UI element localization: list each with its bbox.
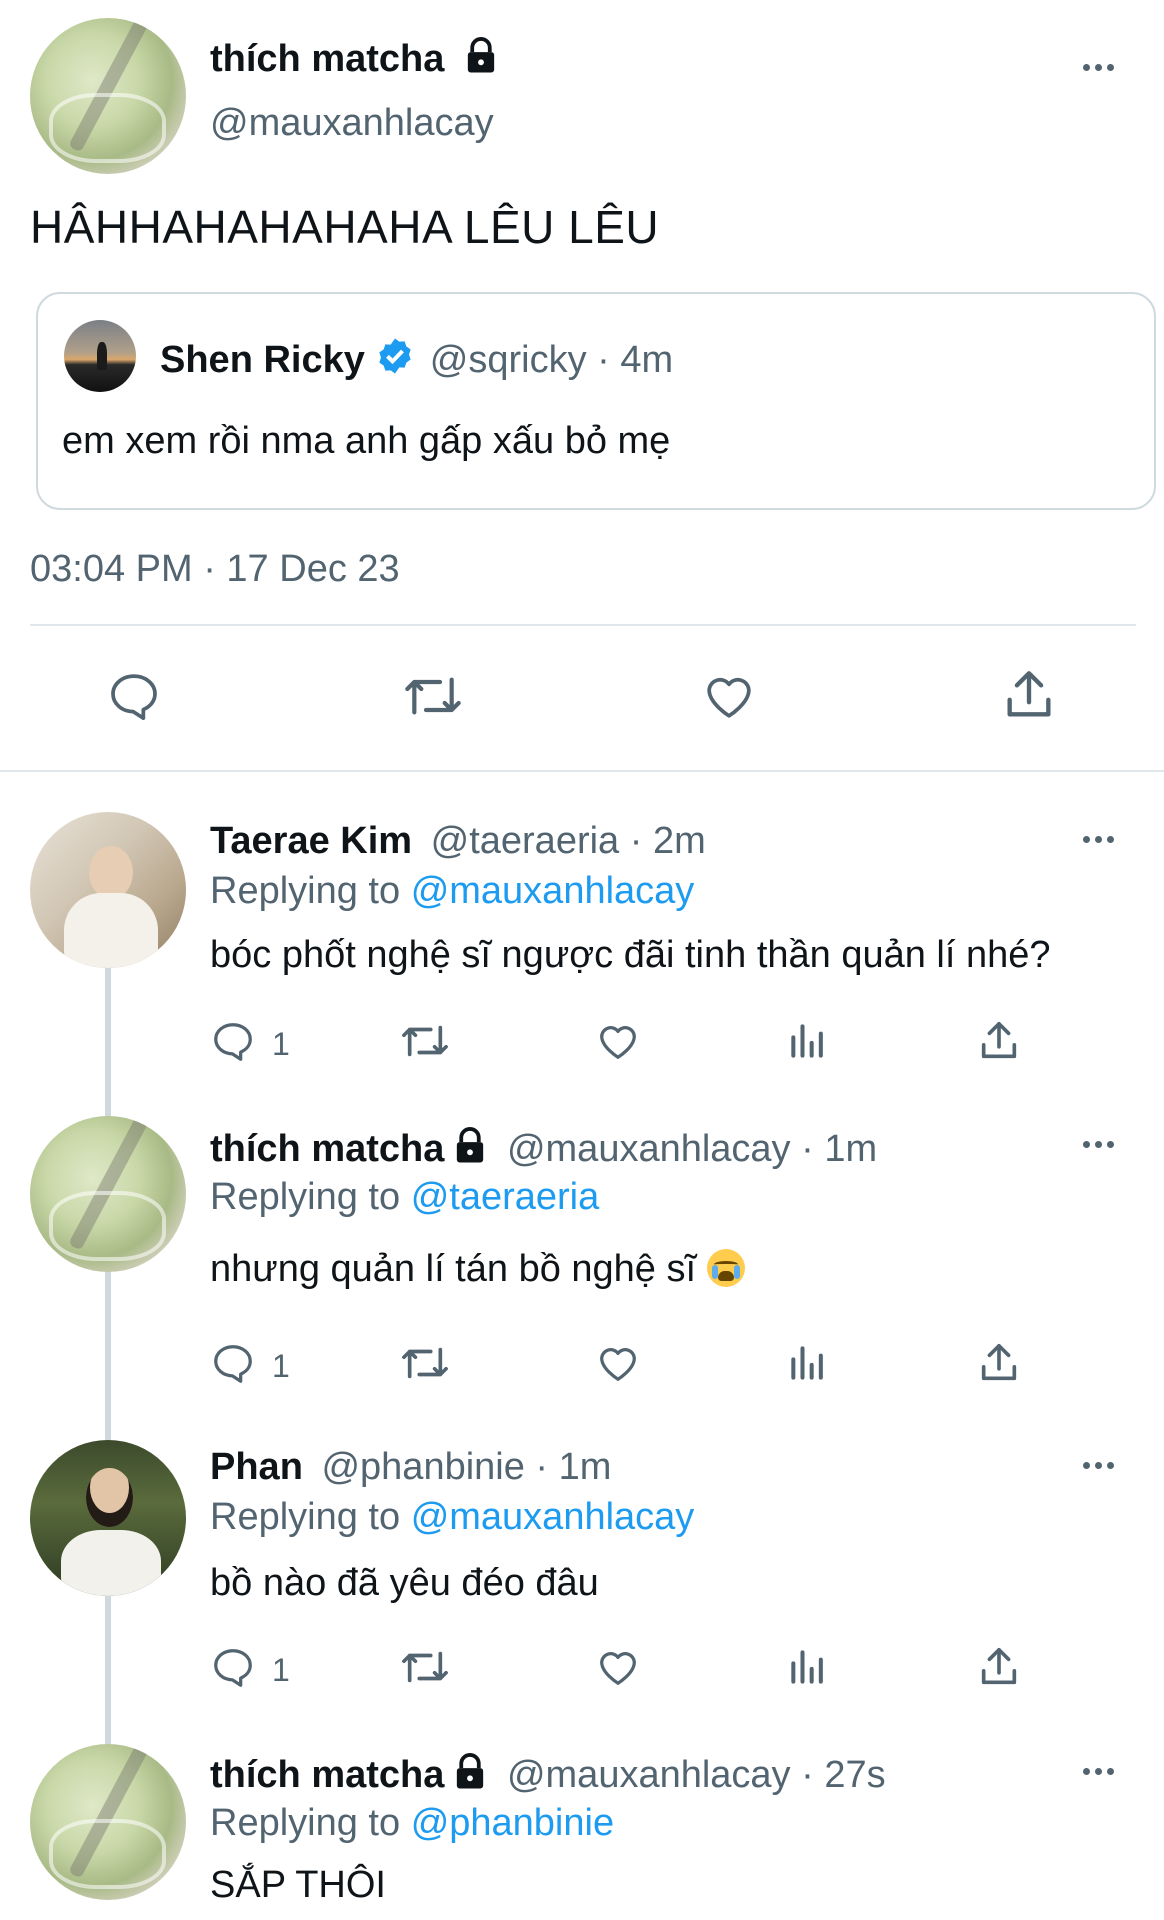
more-options-icon[interactable] (1083, 1141, 1114, 1148)
share-icon[interactable] (976, 1018, 1022, 1064)
replying-to-link[interactable]: @mauxanhlacay (411, 1496, 695, 1538)
replying-to-line: Replying to @mauxanhlacay (210, 1496, 694, 1539)
analytics-icon[interactable] (786, 1644, 830, 1690)
thread-connector (105, 1592, 111, 1744)
reply-handle-time[interactable]: @mauxanhlacay · 1m (507, 1128, 877, 1170)
lock-icon (467, 37, 495, 73)
share-icon[interactable] (976, 1644, 1022, 1690)
more-options-icon[interactable] (1083, 836, 1114, 843)
analytics-icon[interactable] (786, 1340, 830, 1386)
replying-to-line: Replying to @phanbinie (210, 1802, 614, 1845)
heart-icon[interactable] (594, 1018, 642, 1064)
quoted-handle-time: @sqricky · 4m (429, 339, 674, 381)
reply-handle-time[interactable]: @phanbinie · 1m (321, 1446, 611, 1488)
replying-to-link[interactable]: @phanbinie (411, 1802, 614, 1844)
heart-icon[interactable] (594, 1340, 642, 1386)
analytics-icon[interactable] (786, 1018, 830, 1064)
author-name-row[interactable]: thích matcha (210, 36, 499, 81)
reply-icon[interactable] (106, 668, 162, 724)
author-avatar[interactable] (30, 18, 186, 174)
replying-to-link[interactable]: @mauxanhlacay (411, 870, 695, 912)
section-divider (0, 770, 1164, 772)
replying-prefix: Replying to (210, 1496, 401, 1538)
retweet-icon[interactable] (398, 1018, 452, 1064)
share-icon[interactable] (1000, 666, 1058, 724)
share-icon[interactable] (976, 1340, 1022, 1386)
reply-text: bóc phốt nghệ sĩ ngược đãi tinh thần quả… (210, 934, 1051, 976)
avatar[interactable] (30, 812, 186, 968)
quoted-name: Shen Ricky (160, 339, 365, 381)
replying-prefix: Replying to (210, 870, 401, 912)
reply-icon[interactable] (210, 1340, 256, 1386)
reply-handle-time[interactable]: @mauxanhlacay · 27s (507, 1754, 886, 1796)
thread-connector (105, 966, 111, 1118)
reply-count: 1 (272, 1348, 290, 1384)
heart-icon[interactable] (594, 1644, 642, 1690)
reply-text: bồ nào đã yêu đéo đâu (210, 1562, 599, 1604)
author-handle[interactable]: @mauxanhlacay (210, 102, 494, 145)
reply-text: SẮP THÔI (210, 1864, 386, 1906)
reply-icon[interactable] (210, 1018, 256, 1064)
more-options-icon[interactable] (1083, 1462, 1114, 1469)
reply-author-name[interactable]: thích matcha (210, 1754, 444, 1796)
avatar[interactable] (30, 1440, 186, 1596)
avatar[interactable] (30, 1116, 186, 1272)
replying-to-line: Replying to @taeraeria (210, 1176, 599, 1219)
reply-text-row: nhưng quản lí tán bồ nghệ sĩ (210, 1248, 745, 1291)
thread-connector (105, 1270, 111, 1440)
reply-author-name[interactable]: Taerae Kim (210, 820, 412, 862)
replying-prefix: Replying to (210, 1176, 401, 1218)
reply-author-name[interactable]: Phan (210, 1446, 303, 1488)
retweet-icon[interactable] (398, 1644, 452, 1690)
quoted-text: em xem rồi nma anh gấp xấu bỏ mẹ (62, 420, 671, 462)
lock-icon (457, 1753, 484, 1789)
more-options-icon[interactable] (1083, 1768, 1114, 1775)
tweet-text: HÂHHAHAHAHAHA LÊU LÊU (30, 201, 660, 253)
replying-prefix: Replying to (210, 1802, 401, 1844)
reply-icon[interactable] (210, 1644, 256, 1690)
replying-to-line: Replying to @mauxanhlacay (210, 870, 694, 913)
quoted-avatar[interactable] (64, 320, 136, 392)
avatar[interactable] (30, 1744, 186, 1900)
tweet-timestamp[interactable]: 03:04 PM · 17 Dec 23 (30, 548, 400, 591)
reply-count: 1 (272, 1652, 290, 1688)
reply-author-name[interactable]: thích matcha (210, 1128, 444, 1170)
verified-badge-icon (379, 338, 411, 374)
replying-to-link[interactable]: @taeraeria (411, 1176, 600, 1218)
heart-icon[interactable] (700, 668, 758, 724)
author-name[interactable]: thích matcha (210, 38, 444, 80)
reply-text: nhưng quản lí tán bồ nghệ sĩ (210, 1248, 697, 1290)
retweet-icon[interactable] (400, 668, 466, 724)
lock-icon (457, 1127, 484, 1163)
more-options-icon[interactable] (1083, 64, 1114, 71)
reply-count: 1 (272, 1026, 290, 1062)
divider (30, 624, 1136, 626)
loudly-crying-face-icon (706, 1249, 745, 1287)
quoted-tweet[interactable]: Shen Ricky @sqricky · 4m em xem rồi nma … (36, 292, 1156, 510)
retweet-icon[interactable] (398, 1340, 452, 1386)
reply-handle-time[interactable]: @taeraeria · 2m (431, 820, 706, 862)
